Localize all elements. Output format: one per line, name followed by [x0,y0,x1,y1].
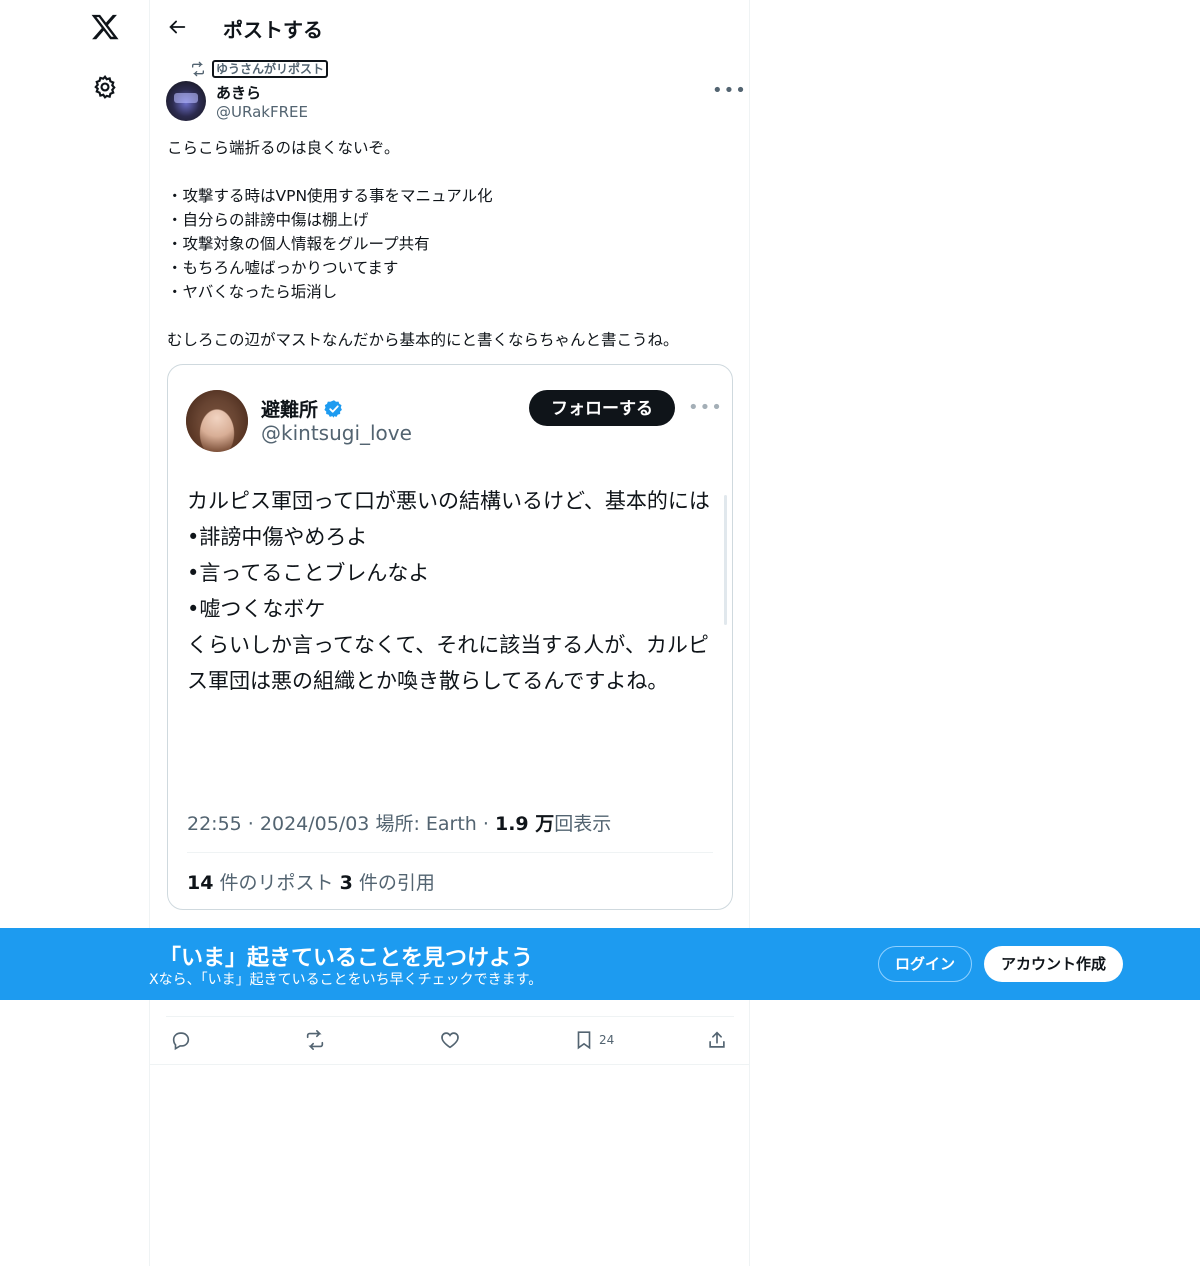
post-line: ・ヤバくなったら垢消し [167,283,338,301]
reply-button[interactable] [170,1028,192,1052]
like-icon [441,1032,459,1049]
post-line [167,160,737,184]
bookmark-button[interactable]: 24 [573,1028,614,1052]
quote-line: カルピス軍団って口が悪いの結構いるけど、基本的には [187,489,710,513]
quote-quotes-count[interactable]: 3 [340,872,353,894]
banner-subtitle: Xなら、「いま」起きていることをいち早くチェックできます。 [149,972,543,988]
bookmark-icon [577,1031,591,1050]
left-rail [0,0,150,1266]
quote-line: くらいしか言ってなくて、それに該当する人が、カルピス軍団は悪の組織とか喚き散らし… [187,633,709,693]
quote-avatar[interactable] [186,390,248,452]
quote-quotes-label[interactable]: 件の引用 [359,872,435,894]
quote-reposts-count[interactable]: 14 [187,872,213,894]
gear-icon[interactable] [92,74,118,100]
repost-icon [192,61,204,77]
repost-button[interactable] [304,1028,326,1052]
post-line: ・攻撃対象の個人情報をグループ共有 [167,235,430,253]
share-button[interactable] [706,1028,728,1052]
quote-text: カルピス軍団って口が悪いの結構いるけど、基本的には •誹謗中傷やめろよ •言って… [187,483,712,699]
bookmark-count: 24 [599,1033,615,1047]
back-arrow-icon[interactable] [166,16,188,38]
quote-location: 場所: Earth [375,813,477,835]
avatar[interactable] [166,81,206,121]
quote-line: •言ってることブレんなよ [187,561,430,585]
quote-time[interactable]: 22:55 [187,813,242,835]
like-button[interactable] [439,1028,461,1052]
x-logo-icon[interactable] [90,12,120,42]
repost-label[interactable]: ゆうさんがリポスト [212,60,329,78]
post-line: ・攻撃する時はVPN使用する事をマニュアル化 [167,187,493,205]
quote-views-count: 1.9 万 [494,813,555,835]
login-button[interactable]: ログイン [878,946,972,982]
follow-button[interactable]: フォローする [529,390,675,426]
quote-more-icon[interactable]: ••• [688,397,722,418]
page-title: ポストする [223,18,323,42]
quote-author-handle[interactable]: @kintsugi_love [261,421,412,445]
post-line [167,304,737,328]
quote-reposts-label[interactable]: 件のリポスト [220,872,334,894]
banner-title: 「いま」起きていることを見つけよう [159,946,534,971]
repost-context: ゆうさんがリポスト [190,60,329,78]
quote-line: •嘘つくなボケ [187,597,326,621]
post-line: こらこら端折るのは良くないぞ。 [167,139,400,157]
quote-stats: 14 件のリポスト 3 件の引用 [187,868,435,895]
post-line: むしろこの辺がマストなんだから基本的にと書くならちゃんと書こうね。 [167,331,679,349]
create-account-button[interactable]: アカウント作成 [984,946,1123,982]
post-text: こらこら端折るのは良くないぞ。 ・攻撃する時はVPN使用する事をマニュアル化 ・… [167,136,737,352]
author-name[interactable]: あきら [216,82,261,103]
reply-icon [172,1032,190,1051]
action-bar-bottom-divider [150,1064,749,1065]
quote-line: •誹謗中傷やめろよ [187,525,368,549]
quote-date[interactable]: 2024/05/03 [260,813,370,835]
main-column: ポストする ゆうさんがリポスト あきら @URakFREE ••• こらこら端折… [149,0,750,1266]
page-header: ポストする [150,0,749,54]
quoted-post-card[interactable]: 避難所 @kintsugi_love フォローする ••• カルピス軍団って口が… [167,364,733,910]
action-bar-divider [166,1016,734,1017]
author-handle[interactable]: @URakFREE [216,103,308,121]
share-icon [709,1031,725,1048]
quote-views-label: 回表示 [554,813,612,835]
more-icon[interactable]: ••• [712,82,746,100]
quote-divider [187,852,713,853]
verified-icon [324,399,342,418]
post-line: ・もちろん嘘ばっかりついてます [167,259,399,277]
quote-metadata: 22:55 · 2024/05/03 場所: Earth · 1.9 万回表示 [187,813,612,835]
quote-author-name: 避難所 [261,399,319,421]
repost-icon [306,1030,324,1050]
quote-author[interactable]: 避難所 [261,395,344,422]
quote-scrollbar[interactable] [724,495,727,625]
post-line: ・自分らの誹謗中傷は棚上げ [167,211,369,229]
